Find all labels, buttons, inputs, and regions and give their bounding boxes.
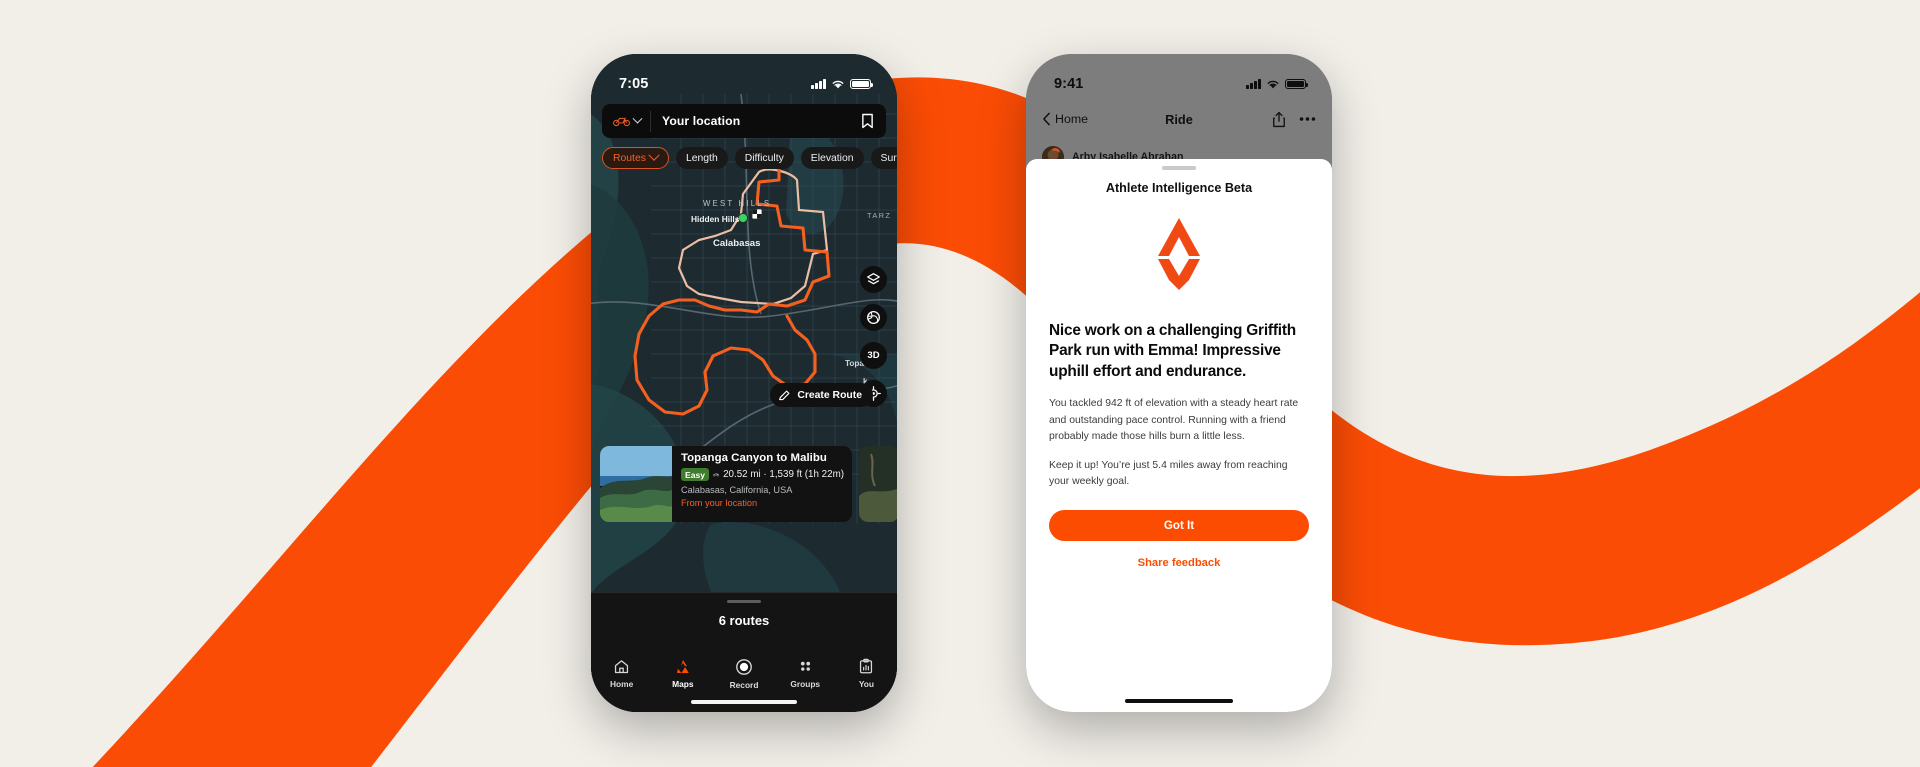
cellular-signal-icon	[811, 79, 826, 89]
chevron-down-icon	[648, 149, 660, 161]
map-globe-button[interactable]	[860, 304, 887, 331]
create-route-label: Create Route	[797, 389, 862, 401]
sport-selector[interactable]	[602, 113, 650, 127]
map-search-bar[interactable]: Your location	[602, 104, 886, 138]
finish-flag-marker	[752, 209, 762, 219]
chevron-left-icon	[1043, 112, 1050, 126]
route-card-next[interactable]	[859, 446, 897, 522]
route-location: Calabasas, California, USA	[681, 485, 793, 495]
filter-chip-routes[interactable]: Routes	[602, 147, 669, 169]
you-icon	[860, 658, 873, 674]
chip-label: Elevation	[810, 152, 854, 164]
back-label: Home	[1055, 112, 1089, 126]
filter-chip-surface[interactable]: Surface	[870, 147, 897, 169]
home-indicator	[691, 700, 797, 704]
route-card[interactable]: Topanga Canyon to Malibu Easy 20.52 mi ·…	[600, 446, 852, 522]
chip-label: Routes	[613, 152, 646, 164]
phone-right-ride: 9:41 Home Ride Arby Isabelle Abrahan Ath…	[1026, 54, 1332, 712]
record-icon	[736, 659, 752, 675]
bookmark-button[interactable]	[855, 113, 886, 129]
status-time: 9:41	[1054, 76, 1084, 92]
chevron-down-icon	[632, 113, 643, 124]
tab-label: Record	[729, 680, 759, 690]
route-thumbnail	[859, 446, 897, 522]
tab-label: Groups	[790, 679, 821, 689]
route-count-label: 6 routes	[718, 613, 770, 629]
route-card-carousel[interactable]: Topanga Canyon to Malibu Easy 20.52 mi ·…	[600, 446, 897, 522]
insight-paragraph-2: Keep it up! You’re just 5.4 miles away f…	[1049, 459, 1288, 487]
maps-icon	[676, 660, 689, 673]
pencil-icon	[779, 390, 790, 400]
modal-title: Athlete Intelligence Beta	[1105, 181, 1253, 195]
route-stats: 20.52 mi · 1,539 ft (1h 22m)	[723, 469, 844, 480]
route-photo	[859, 446, 897, 522]
difficulty-badge: Easy	[681, 468, 710, 481]
wifi-icon	[1267, 80, 1279, 88]
cellular-signal-icon	[1246, 79, 1261, 89]
filter-chip-difficulty[interactable]: Difficulty	[734, 147, 794, 169]
tab-maps[interactable]: Maps	[652, 658, 713, 690]
sheet-grabber[interactable]	[727, 600, 761, 604]
groups-icon	[800, 661, 810, 671]
share-icon[interactable]	[1272, 111, 1286, 128]
status-bar-right: 9:41	[1026, 54, 1332, 100]
route-photo	[600, 446, 672, 522]
insight-paragraph-1: You tackled 942 ft of elevation with a s…	[1049, 398, 1299, 442]
filter-chip-row[interactable]: Routes Length Difficulty Elevation Surfa…	[602, 147, 897, 169]
modal-grabber[interactable]	[1162, 166, 1196, 170]
share-feedback-link[interactable]: Share feedback	[1049, 557, 1309, 569]
tab-label: Home	[609, 679, 634, 689]
chip-label: Length	[685, 152, 718, 164]
status-bar-left: 7:05	[591, 54, 897, 100]
routes-bottom-sheet[interactable]: 6 routes Home Maps Record Groups You	[591, 592, 897, 712]
tab-groups[interactable]: Groups	[775, 658, 836, 690]
map-3d-button[interactable]: 3D	[860, 342, 887, 369]
more-options-icon[interactable]	[1299, 116, 1316, 122]
tab-you[interactable]: You	[836, 658, 897, 690]
filter-chip-elevation[interactable]: Elevation	[800, 147, 864, 169]
strava-logo-icon	[1158, 218, 1200, 290]
nav-bar: Home Ride	[1026, 102, 1332, 136]
route-thumbnail	[600, 446, 672, 522]
globe-icon	[867, 311, 880, 324]
got-it-button[interactable]: Got It	[1049, 510, 1309, 542]
screenshot-stage: NORTH WEST HILLS TARZ Hidden Hills Calab…	[0, 0, 1920, 767]
map-label-tarz: TARZ	[867, 211, 891, 220]
bicycle-icon	[613, 117, 630, 127]
filter-chip-length[interactable]: Length	[675, 147, 728, 169]
tab-label: You	[858, 679, 875, 689]
start-point-marker	[737, 212, 749, 224]
battery-icon	[850, 78, 874, 90]
search-input[interactable]: Your location	[651, 114, 855, 128]
bicycle-icon	[713, 473, 720, 477]
phone-left-maps: NORTH WEST HILLS TARZ Hidden Hills Calab…	[591, 54, 897, 712]
chip-label: Difficulty	[744, 152, 784, 164]
route-title: Topanga Canyon to Malibu	[681, 452, 827, 464]
map-label-west-hills: WEST HILLS	[703, 199, 771, 208]
map-layers-button[interactable]	[860, 266, 887, 293]
tab-label: Maps	[672, 679, 694, 689]
map-label-calabasas: Calabasas	[713, 238, 760, 249]
insight-headline: Nice work on a challenging Griffith Park…	[1049, 322, 1296, 380]
layers-icon	[867, 273, 880, 285]
home-indicator	[1125, 699, 1233, 703]
chip-label: Surface	[880, 152, 897, 164]
tab-record[interactable]: Record	[713, 658, 774, 690]
status-time: 7:05	[619, 76, 649, 92]
strava-logo	[1049, 216, 1309, 292]
create-route-button[interactable]: Create Route	[770, 383, 873, 407]
route-from-label: From your location	[681, 498, 758, 508]
bookmark-icon	[862, 113, 873, 129]
wifi-icon	[832, 80, 844, 88]
back-button[interactable]: Home	[1042, 112, 1088, 126]
athlete-intelligence-modal: Athlete Intelligence Beta Nice work on a…	[1026, 159, 1332, 712]
map-label-hidden-hills: Hidden Hills	[691, 214, 740, 224]
tab-home[interactable]: Home	[591, 658, 652, 690]
bottom-tab-bar[interactable]: Home Maps Record Groups You	[591, 658, 897, 690]
home-icon	[615, 660, 629, 674]
background-ribbon	[0, 0, 1920, 767]
battery-icon	[1285, 78, 1309, 90]
